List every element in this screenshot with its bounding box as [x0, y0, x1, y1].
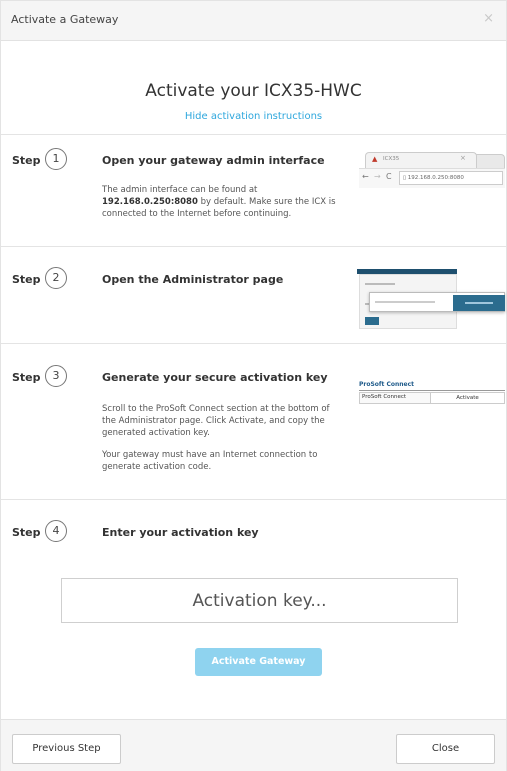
dialog-header: Activate a Gateway × [1, 1, 506, 41]
step-title: Generate your secure activation key [102, 371, 328, 384]
step-number-badge: 1 [45, 148, 67, 170]
step-label: Step [12, 154, 41, 167]
hide-instructions-link[interactable]: Hide activation instructions [1, 111, 506, 122]
default-address: 192.168.0.250:8080 [102, 197, 198, 207]
activate-gateway-button[interactable]: Activate Gateway [195, 648, 322, 676]
step-description: The admin interface can be found at 192.… [102, 185, 336, 219]
close-button[interactable]: Close [396, 734, 495, 764]
divider [1, 499, 506, 500]
close-icon: × [460, 154, 466, 162]
reload-icon: C [386, 172, 392, 181]
activation-key-input[interactable] [61, 578, 458, 623]
activate-gateway-dialog: Activate a Gateway × Activate your ICX35… [0, 0, 507, 771]
dialog-footer: Previous Step Close [1, 719, 506, 771]
divider [1, 246, 506, 247]
step-description: Scroll to the ProSoft Connect section at… [102, 404, 330, 438]
step-title: Open your gateway admin interface [102, 154, 325, 167]
page-title: Activate your ICX35-HWC [145, 81, 362, 101]
address-bar: ▯ 192.168.0.250:8080 [399, 171, 503, 185]
row-label: ProSoft Connect [362, 394, 407, 400]
close-icon[interactable]: × [483, 11, 494, 26]
warning-icon: ▲ [372, 155, 378, 163]
admin-page-screenshot [357, 263, 505, 331]
dialog-title: Activate a Gateway [11, 13, 119, 26]
step-title: Enter your activation key [102, 526, 259, 539]
step-label: Step [12, 273, 41, 286]
browser-screenshot: ▲ ICX35 × ← → C ▯ 192.168.0.250:8080 [359, 152, 505, 192]
previous-step-button[interactable]: Previous Step [12, 734, 121, 764]
step-label: Step [12, 526, 41, 539]
divider [1, 343, 506, 344]
browser-tab-label: ICX35 [383, 156, 400, 162]
step-title: Open the Administrator page [102, 273, 284, 286]
section-title: ProSoft Connect [359, 381, 505, 391]
step-note: Your gateway must have an Internet conne… [102, 450, 318, 472]
back-icon: ← [362, 172, 369, 181]
step-number-badge: 4 [45, 520, 67, 542]
prosoft-connect-screenshot: ProSoft Connect ProSoft Connect Activate [359, 381, 505, 413]
divider [1, 134, 506, 135]
forward-icon: → [374, 172, 381, 181]
step-number-badge: 2 [45, 267, 67, 289]
step-label: Step [12, 371, 41, 384]
step-number-badge: 3 [45, 365, 67, 387]
activate-thumbnail-button: Activate [430, 393, 504, 403]
